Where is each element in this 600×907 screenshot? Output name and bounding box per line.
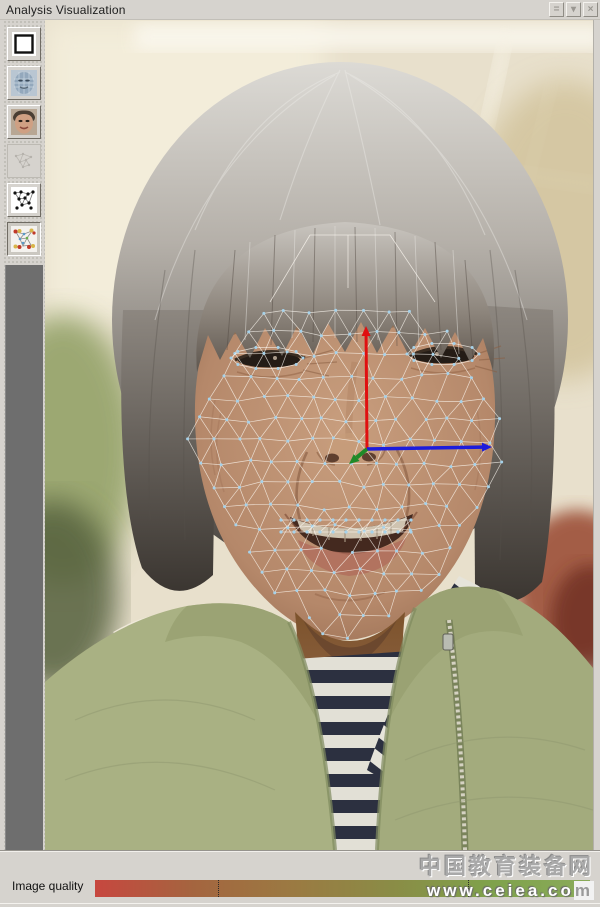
landmark-points-icon <box>11 187 37 213</box>
minimize-button[interactable]: = <box>549 2 564 17</box>
face-photo-icon <box>11 109 37 135</box>
view-face-image-button[interactable] <box>7 105 41 139</box>
view-landmarks-button[interactable] <box>7 183 41 217</box>
image-viewport[interactable] <box>45 20 593 850</box>
image-quality-bar <box>95 880 590 897</box>
view-blank-button[interactable] <box>7 27 41 61</box>
view-textured-mesh-button[interactable] <box>7 66 41 100</box>
window-right-border <box>593 20 600 850</box>
title-bar[interactable]: Analysis Visualization = ▾ × <box>0 0 600 20</box>
shade-button[interactable]: ▾ <box>566 2 581 17</box>
view-analysis-overlay-button[interactable] <box>7 222 41 256</box>
view-wireframe-button <box>7 144 41 178</box>
close-button[interactable]: × <box>583 2 598 17</box>
analyzed-photo <box>45 20 593 850</box>
quality-threshold-tick <box>468 880 469 897</box>
window-title: Analysis Visualization <box>0 3 126 17</box>
analysis-visualization-window: Analysis Visualization = ▾ × <box>0 0 600 907</box>
status-bar: Image quality <box>0 850 600 907</box>
window-controls: = ▾ × <box>549 2 598 17</box>
mesh-disabled-icon <box>11 148 37 174</box>
zipper-pull <box>443 634 453 650</box>
view-toolbar <box>3 20 45 850</box>
quality-threshold-tick <box>218 880 219 897</box>
square-outline-icon <box>11 31 37 57</box>
toolbar-filler <box>5 265 43 850</box>
colored-mesh-icon <box>11 226 37 252</box>
face-mesh-icon <box>11 70 37 96</box>
image-quality-label: Image quality <box>12 879 83 893</box>
